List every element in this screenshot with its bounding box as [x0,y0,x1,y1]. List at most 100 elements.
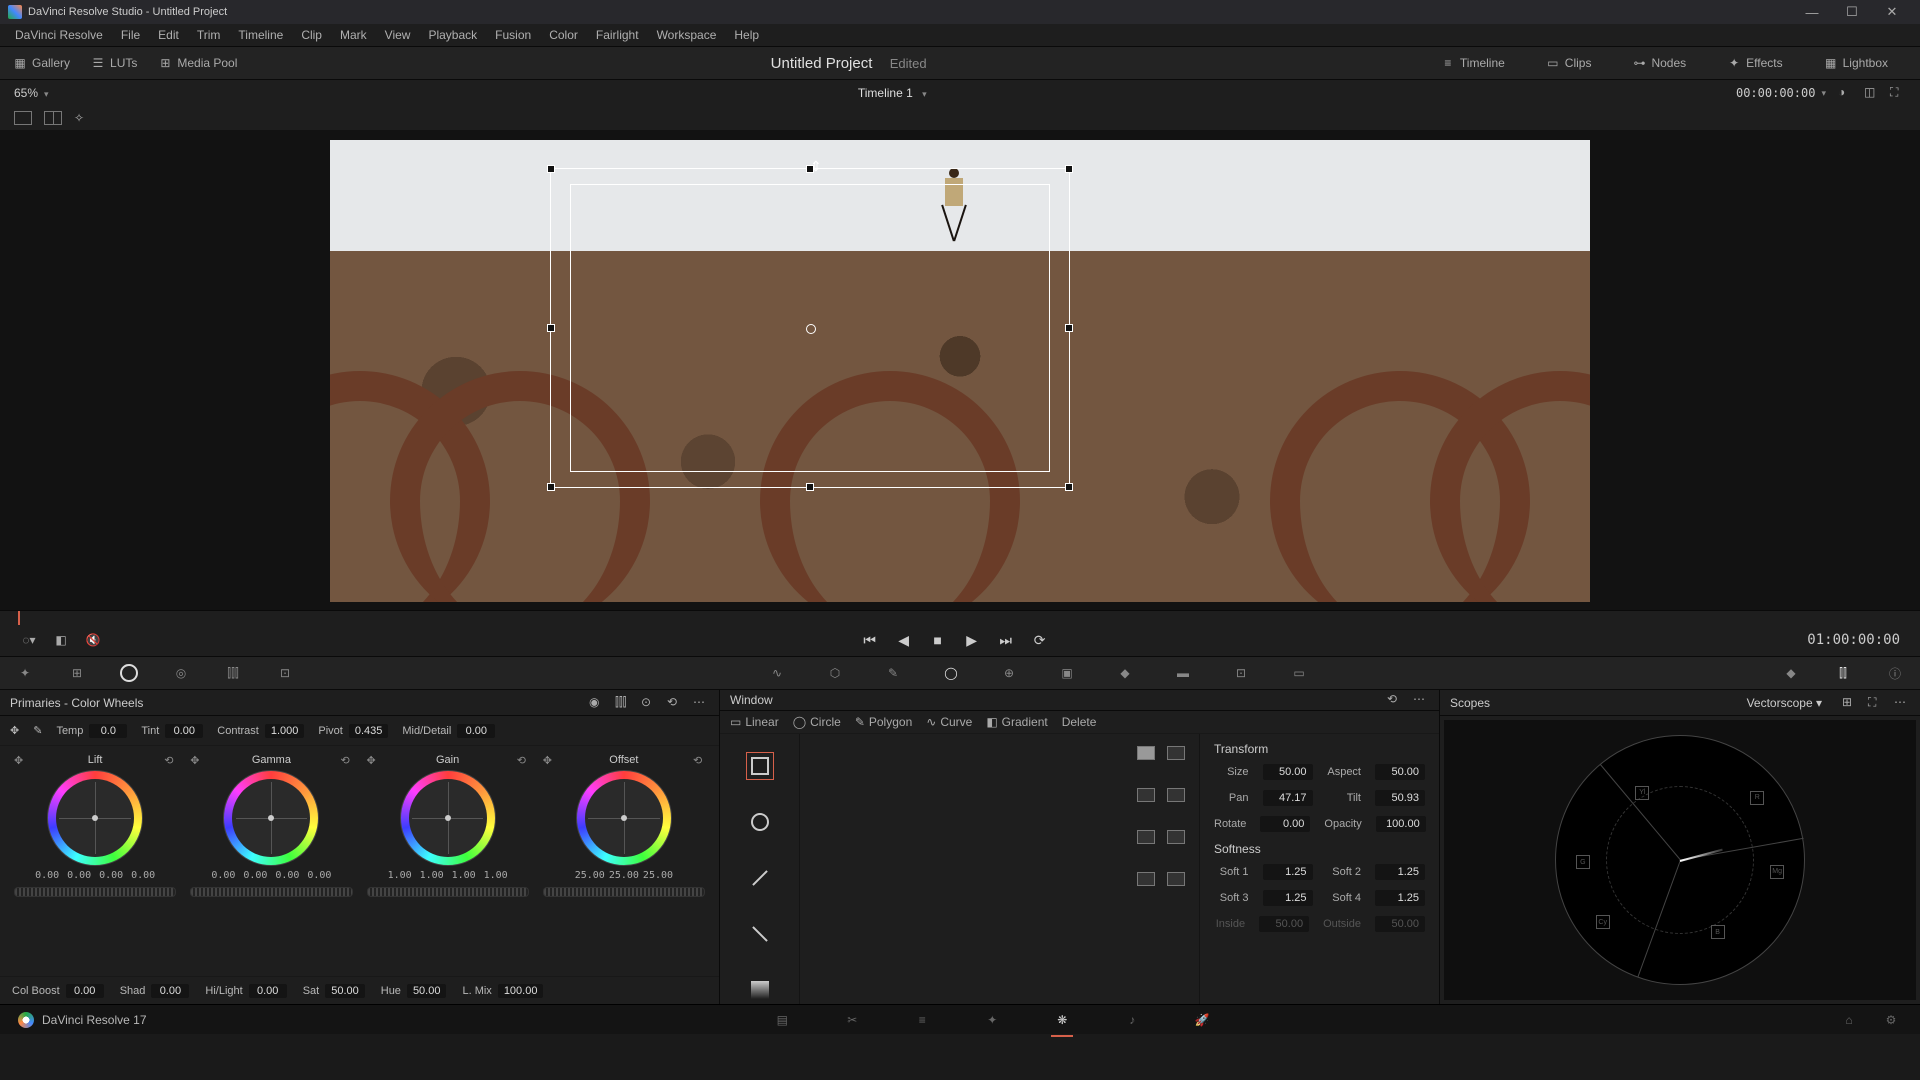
wheel-reset-icon[interactable]: ⟲ [517,754,529,766]
menu-view[interactable]: View [376,28,420,42]
wheel-picker-icon[interactable]: ✥ [367,754,379,766]
contrast-value[interactable]: 1.000 [265,724,305,738]
camera-raw-icon[interactable]: ✦ [14,662,36,684]
viewer[interactable]: ⇕ [0,130,1920,610]
wheel-reset-icon[interactable]: ⟲ [341,754,353,766]
pan-value[interactable]: 47.17 [1263,790,1313,806]
wheel-jog[interactable] [190,887,352,897]
sat-value[interactable]: 50.00 [325,984,365,998]
expand-viewer-icon[interactable]: ⛶ [1890,85,1906,101]
linear-shape-button[interactable]: ▭Linear [730,715,779,729]
mask-enable-3[interactable] [1137,830,1155,844]
fairlight-page-button[interactable]: ♪ [1121,1009,1143,1031]
loop-button[interactable]: ⟳ [1028,628,1052,652]
powerwindow-center-handle[interactable] [806,324,816,334]
window-minimize-button[interactable]: — [1792,5,1832,20]
shape-circle-item[interactable] [746,808,774,836]
colboost-value[interactable]: 0.00 [66,984,104,998]
menu-playback[interactable]: Playback [419,28,486,42]
hilight-value[interactable]: 0.00 [249,984,287,998]
wheel-reset-icon[interactable]: ⟲ [164,754,176,766]
keyframe-icon[interactable]: ◆ [1780,662,1802,684]
magic-mask-icon[interactable]: ▣ [1056,662,1078,684]
wheel-picker-icon[interactable]: ✥ [543,754,555,766]
circle-shape-button[interactable]: ◯Circle [793,715,841,729]
menu-file[interactable]: File [112,28,149,42]
wheel-values[interactable]: 25.0025.0025.00 [575,870,673,881]
soft3-value[interactable]: 1.25 [1263,890,1313,906]
hdr-icon[interactable]: ◎ [170,662,192,684]
wheel-jog[interactable] [14,887,176,897]
shape-polygon-item[interactable] [746,864,774,892]
fusion-page-button[interactable]: ✦ [981,1009,1003,1031]
menu-workspace[interactable]: Workspace [648,28,726,42]
shape-curve-item[interactable] [746,920,774,948]
scope-type-dropdown[interactable]: Vectorscope ▾ [1747,696,1822,710]
tilt-value[interactable]: 50.93 [1375,790,1425,806]
next-clip-button[interactable]: ⏭ [994,628,1018,652]
opacity-value[interactable]: 100.00 [1376,816,1426,832]
color-page-button[interactable]: ❋ [1051,1009,1073,1031]
menu-help[interactable]: Help [725,28,768,42]
wheel-jog[interactable] [543,887,705,897]
reverse-button[interactable]: ◀ [892,628,916,652]
wheel-values[interactable]: 0.000.000.000.00 [33,870,157,881]
aspect-value[interactable]: 50.00 [1375,764,1425,780]
wheels-mode-icon[interactable]: ◉ [589,695,605,711]
highlight-icon[interactable]: ◫ [1864,85,1880,101]
polygon-shape-button[interactable]: ✎Polygon [855,715,912,729]
menu-trim[interactable]: Trim [188,28,230,42]
key-icon[interactable]: ▬ [1172,662,1194,684]
scope-layout-icon[interactable]: ⊞ [1842,695,1858,711]
qualifier-icon[interactable]: ✎ [882,662,904,684]
play-button[interactable]: ▶ [960,628,984,652]
menu-davinciresolve[interactable]: DaVinci Resolve [6,28,112,42]
3d-icon[interactable]: ▭ [1288,662,1310,684]
warper-icon[interactable]: ⬡ [824,662,846,684]
prev-clip-button[interactable]: ⏮ [858,628,882,652]
size-value[interactable]: 50.00 [1263,764,1313,780]
rgb-mixer-icon[interactable]: ⫿⫿⫿ [222,662,244,684]
color-wheels-icon[interactable] [118,662,140,684]
shape-gradient-item[interactable] [746,976,774,1004]
picker-icon[interactable]: ✥ [10,724,19,737]
color-wheel-gain[interactable] [400,770,496,866]
mute-icon[interactable]: 🔇 [84,631,102,649]
settings-button[interactable]: ⚙ [1880,1009,1902,1031]
auto-balance-icon[interactable]: ✎ [33,724,42,737]
bars-mode-icon[interactable]: ⫿⫿⫿ [615,695,631,711]
timeline-toggle[interactable]: ≡Timeline [1440,55,1505,71]
playhead[interactable] [18,611,20,625]
menu-fusion[interactable]: Fusion [486,28,540,42]
mask-invert-3[interactable] [1167,830,1185,844]
dual-viewer-icon[interactable] [44,111,62,125]
scope-expand-icon[interactable]: ⛶ [1868,695,1884,711]
window-maximize-button[interactable]: ☐ [1832,4,1872,20]
temp-value[interactable]: 0.0 [89,724,127,738]
menu-mark[interactable]: Mark [331,28,376,42]
window-reset-icon[interactable]: ⟲ [1387,692,1403,708]
pivot-value[interactable]: 0.435 [349,724,389,738]
timeline-name-dropdown[interactable]: Timeline 1 ▾ [49,86,1736,100]
luts-toggle[interactable]: ☰LUTs [90,55,137,71]
timeline-ruler[interactable] [0,610,1920,624]
wheel-values[interactable]: 0.000.000.000.00 [209,870,333,881]
shad-value[interactable]: 0.00 [151,984,189,998]
lightbox-toggle[interactable]: ▦Lightbox [1823,55,1888,71]
sizing-icon[interactable]: ⊡ [1230,662,1252,684]
mediapool-toggle[interactable]: ⊞Media Pool [157,55,237,71]
log-mode-icon[interactable]: ⊙ [641,695,657,711]
soft2-value[interactable]: 1.25 [1375,864,1425,880]
reset-icon[interactable]: ⟲ [667,695,683,711]
single-viewer-icon[interactable] [14,111,32,125]
options-icon[interactable]: ⋯ [693,695,709,711]
hue-value[interactable]: 50.00 [407,984,447,998]
powerwindow-rotate-handle[interactable]: ⇕ [810,158,820,175]
tint-value[interactable]: 0.00 [165,724,203,738]
curve-shape-button[interactable]: ∿Curve [926,715,972,729]
color-wheel-offset[interactable] [576,770,672,866]
gradient-shape-button[interactable]: ◧Gradient [986,715,1047,729]
nodes-toggle[interactable]: ⊶Nodes [1631,55,1686,71]
viewer-wand-icon[interactable]: ✧ [74,111,84,125]
wheel-reset-icon[interactable]: ⟲ [693,754,705,766]
